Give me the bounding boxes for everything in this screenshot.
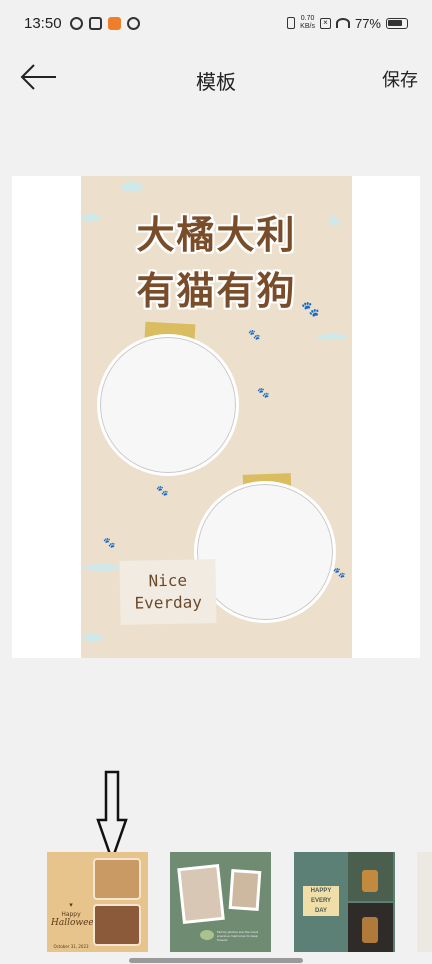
paw-icon: 🐾 — [248, 330, 261, 341]
status-bar: 13:50 0.70 KB/s × 77% — [0, 0, 432, 50]
note-line2: Everday — [134, 592, 203, 613]
thumbnail-photo — [348, 852, 393, 901]
status-time: 13:50 — [24, 15, 62, 32]
paw-icon: 🐾 — [257, 388, 270, 399]
notification-icons — [70, 17, 140, 30]
wifi-icon — [335, 18, 350, 28]
splash-decoration — [121, 182, 143, 192]
perfume-bottle-icon — [362, 870, 378, 892]
thumbnail-date: October 31, 2023 — [53, 944, 89, 949]
flower-icon — [200, 930, 214, 940]
thumbnail-happy: Happy — [61, 911, 81, 918]
thumbnail-photo — [348, 903, 393, 952]
battery-icon — [386, 17, 408, 29]
network-speed: 0.70 KB/s — [300, 15, 315, 31]
network-speed-value: 0.70 — [300, 15, 315, 22]
template-thumbnail-4[interactable] — [417, 852, 432, 952]
photo-placeholder-1[interactable] — [97, 334, 239, 476]
status-right: 0.70 KB/s × 77% — [287, 15, 408, 31]
no-sim-icon: × — [319, 17, 331, 29]
fan-icon — [127, 17, 140, 30]
thumbnail-halloween: Halloween — [51, 918, 100, 928]
thumbnail-line3: DAY — [314, 908, 328, 914]
thumbnail-photo-inner — [180, 867, 222, 921]
save-button[interactable]: 保存 — [382, 66, 418, 92]
message-notification-icon — [89, 17, 102, 30]
note-line1: Nice — [148, 570, 188, 591]
perfume-bottle-icon — [362, 917, 378, 943]
thumbnail-photo — [93, 904, 141, 946]
app-notification-icon — [70, 17, 83, 30]
page-title: 模板 — [196, 70, 236, 94]
paw-icon: 🐾 — [103, 538, 116, 549]
thumbnail-caption: Family photos are the most precious memo… — [217, 930, 258, 942]
home-indicator[interactable] — [129, 958, 303, 963]
top-bar: 模板 保存 — [0, 56, 432, 100]
paw-icon: 🐾 — [333, 568, 346, 579]
network-speed-unit: KB/s — [300, 23, 315, 30]
splash-decoration — [317, 334, 347, 340]
thumbnail-photo — [177, 863, 225, 925]
poster-title-line1[interactable]: 大橘大利 — [81, 204, 352, 259]
poster-preview[interactable]: 大橘大利 有猫有狗 🐾 🐾 🐾 🐾 🐾 🐾 Nice Everday — [81, 176, 352, 658]
splash-decoration — [83, 634, 103, 642]
app-badge-icon — [108, 17, 121, 30]
thumbnail-photo — [93, 858, 141, 900]
thumbnail-text: ▾ Happy Halloween October 31, 2023 — [51, 892, 100, 949]
template-thumbnail-2[interactable]: Family photos are the most precious memo… — [170, 852, 271, 952]
paw-icon: 🐾 — [301, 300, 320, 318]
bat-icon: ▾ — [69, 901, 73, 909]
note-card[interactable]: Nice Everday — [119, 559, 217, 625]
paw-icon: 🐾 — [156, 486, 169, 497]
arrow-down-icon — [96, 770, 128, 862]
template-canvas[interactable]: 大橘大利 有猫有狗 🐾 🐾 🐾 🐾 🐾 🐾 Nice Everday — [12, 176, 420, 658]
splash-decoration — [83, 564, 121, 571]
template-thumbnail-strip[interactable]: ▾ Happy Halloween October 31, 2023 Famil… — [0, 852, 432, 954]
template-thumbnail-3[interactable]: HAPPY EVERY DAY — [294, 852, 395, 952]
thumbnail-photo — [228, 869, 262, 911]
battery-percent: 77% — [354, 15, 381, 31]
template-thumbnail-1[interactable]: ▾ Happy Halloween October 31, 2023 — [47, 852, 148, 952]
thumbnail-line1: HAPPY — [310, 888, 332, 894]
thumbnail-line2: EVERY — [310, 898, 332, 904]
thumbnail-photo-inner — [231, 872, 259, 908]
thumbnail-label-box: HAPPY EVERY DAY — [303, 886, 339, 916]
vibrate-icon — [287, 17, 296, 29]
